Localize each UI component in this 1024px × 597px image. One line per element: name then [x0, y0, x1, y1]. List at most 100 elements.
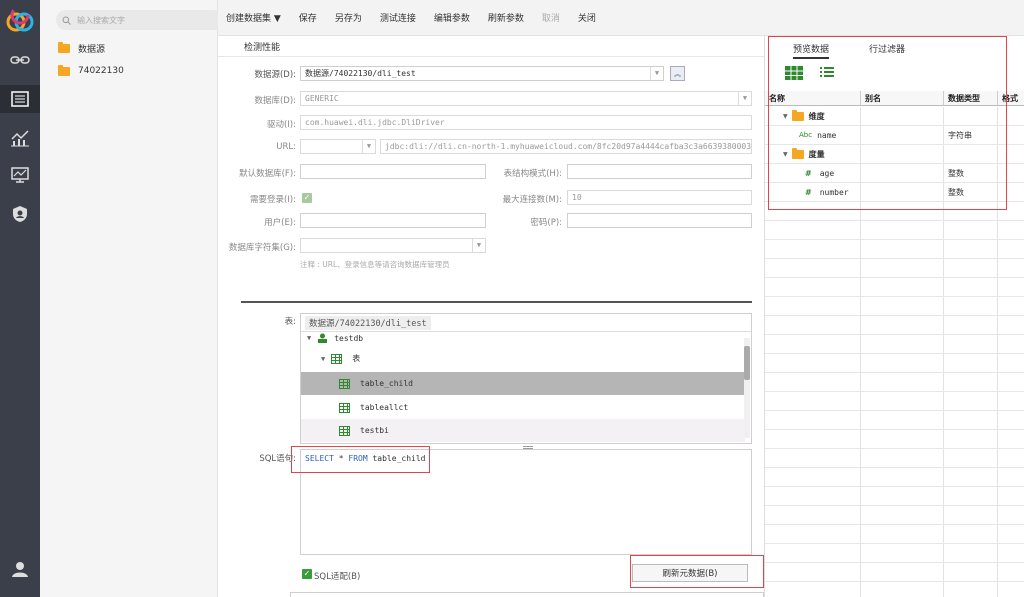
grid-cell-empty — [765, 221, 861, 239]
grid-cell-empty — [944, 392, 998, 410]
charset-label: 数据库字符集(G): — [228, 243, 296, 253]
require-login-checkbox[interactable]: ✓ — [302, 193, 312, 203]
grid-cell-empty — [765, 487, 861, 505]
table-scrollbar[interactable] — [744, 338, 750, 438]
cancel-button[interactable]: 取消 — [542, 11, 560, 24]
url-field[interactable]: jdbc:dli://dli.cn-north-1.myhuaweicloud.… — [380, 139, 752, 154]
user-field[interactable] — [300, 213, 486, 228]
grid-cell-empty — [765, 563, 861, 581]
bottom-field[interactable] — [290, 592, 764, 597]
max-connections-value: 10 — [572, 193, 582, 202]
sql-adapt-checkbox[interactable]: ✓ — [302, 569, 312, 579]
dataset-list-icon[interactable] — [0, 85, 40, 113]
table-item-label: testbi — [360, 426, 389, 435]
left-sidebar — [0, 0, 40, 597]
tree-node-table-group[interactable]: ▼ 表 — [301, 347, 745, 370]
datasource-value: 数据源/74022130/dli_test — [305, 69, 416, 78]
table-item-tableallct[interactable]: tableallct — [301, 396, 745, 419]
save-as-button[interactable]: 另存为 — [335, 11, 362, 24]
edit-params-button[interactable]: 编辑参数 — [434, 11, 470, 24]
grid-row-empty — [765, 582, 1024, 597]
grid-cell-empty — [944, 544, 998, 562]
grid-cell-empty — [944, 468, 998, 486]
grid-cell-empty — [861, 582, 944, 597]
test-connection-button[interactable]: 测试连接 — [380, 11, 416, 24]
save-button[interactable]: 保存 — [299, 11, 317, 24]
grid-row-empty — [765, 392, 1024, 411]
close-button[interactable]: 关闭 — [578, 11, 596, 24]
grid-cell-empty — [944, 240, 998, 258]
chevron-down-icon[interactable]: ▼ — [472, 239, 485, 252]
table-path-header: 数据源/74022130/dli_test — [301, 314, 751, 332]
table-grid-icon — [339, 402, 350, 413]
table-item-testbi[interactable]: testbi — [301, 419, 745, 442]
dashboard-monitor-icon[interactable] — [8, 164, 32, 186]
schema-field[interactable] — [567, 164, 752, 179]
schema-label: 表结构模式(H): — [503, 169, 562, 179]
require-login-label: 需要登录(I): — [249, 195, 296, 205]
refresh-params-button[interactable]: 刷新参数 — [488, 11, 524, 24]
grid-cell-empty — [765, 582, 861, 597]
table-grid-icon — [339, 378, 350, 389]
grid-cell-empty — [861, 468, 944, 486]
user-profile-icon[interactable] — [8, 558, 32, 580]
tree-node-testdb[interactable]: ▼ testdb — [301, 331, 745, 345]
grid-cell-empty — [765, 392, 861, 410]
tree-item-74022130[interactable]: 74022130 — [58, 64, 124, 78]
grid-cell-empty — [765, 411, 861, 429]
tree-item-datasource[interactable]: 数据源 — [58, 41, 105, 55]
create-dataset-button[interactable]: 创建数据集 ▼ — [226, 11, 281, 24]
highlight-box-sql — [291, 446, 430, 473]
search-input[interactable] — [77, 15, 197, 25]
grid-row-empty — [765, 449, 1024, 468]
datasource-label: 数据源(D): — [254, 70, 296, 80]
user-shield-icon[interactable] — [8, 203, 32, 225]
chevron-down-icon[interactable]: ▼ — [362, 140, 375, 153]
grid-cell-empty — [765, 316, 861, 334]
chevron-down-icon[interactable]: ▼ — [738, 92, 751, 105]
grid-cell-empty — [861, 221, 944, 239]
tree-item-label: 74022130 — [78, 66, 124, 76]
search-box[interactable] — [56, 10, 224, 30]
chevron-down-icon[interactable]: ▼ — [650, 67, 663, 80]
grid-cell-empty — [765, 335, 861, 353]
max-connections-field[interactable]: 10 — [567, 190, 752, 205]
database-select[interactable]: GENERIC ▼ — [300, 91, 752, 106]
chart-analysis-icon[interactable] — [8, 127, 32, 149]
datasource-select[interactable]: 数据源/74022130/dli_test ▼ — [300, 66, 664, 81]
grid-row-empty — [765, 525, 1024, 544]
driver-field[interactable]: com.huawei.dli.jdbc.DliDriver — [300, 115, 752, 130]
url-value: jdbc:dli://dli.cn-north-1.myhuaweicloud.… — [385, 142, 752, 151]
link-icon[interactable] — [8, 49, 32, 71]
folder-icon — [58, 64, 70, 76]
password-field[interactable] — [567, 213, 752, 228]
grid-cell-empty — [765, 506, 861, 524]
grid-cell-empty — [944, 506, 998, 524]
grid-row-empty — [765, 563, 1024, 582]
expand-arrow-icon[interactable]: ▼ — [307, 334, 311, 342]
grid-cell-empty — [861, 449, 944, 467]
section-title: 检测性能 — [244, 43, 281, 53]
charset-select[interactable]: ▼ — [300, 238, 486, 253]
table-item-table-child[interactable]: table_child — [301, 372, 745, 395]
grid-cell-empty — [944, 563, 998, 581]
sql-adapt-label: SQL适配(B) — [314, 572, 361, 582]
preview-panel: 预览数据 行过滤器 名称 别名 数据类型 格式 ▼ 维度 Abc name 字符… — [764, 36, 1024, 597]
grid-cell-empty — [765, 449, 861, 467]
grid-cell-empty — [944, 487, 998, 505]
grid-cell-empty — [944, 525, 998, 543]
toolbar: 创建数据集 ▼ 保存 另存为 测试连接 编辑参数 刷新参数 取消 关闭 — [218, 0, 1024, 36]
database-label: 数据库(D): — [254, 96, 296, 106]
grid-row-empty — [765, 335, 1024, 354]
grid-cell-empty — [765, 373, 861, 391]
grid-row-empty — [765, 506, 1024, 525]
app-logo-icon[interactable] — [5, 4, 35, 34]
grid-row-empty — [765, 221, 1024, 240]
scrollbar-thumb[interactable] — [744, 346, 750, 380]
url-protocol-select[interactable]: ▼ — [300, 139, 376, 154]
collapse-up-icon[interactable]: ︽ — [670, 66, 685, 81]
hint-text: 注释 : URL、登录信息等请咨询数据库管理员 — [300, 260, 450, 269]
grid-cell-empty — [765, 354, 861, 372]
expand-arrow-icon[interactable]: ▼ — [321, 355, 325, 363]
default-database-field[interactable] — [300, 164, 486, 179]
